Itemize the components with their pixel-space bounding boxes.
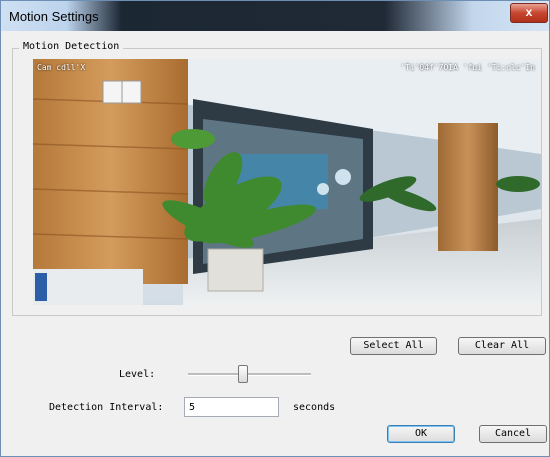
seconds-unit-label: seconds [293, 402, 336, 413]
window-title: Motion Settings [9, 9, 99, 24]
level-slider-track[interactable] [188, 373, 311, 376]
motion-detection-label: Motion Detection [19, 41, 124, 52]
title-bar[interactable]: Motion Settings x [1, 1, 549, 31]
select-all-button[interactable]: Select All [350, 337, 437, 355]
detection-interval-label: Detection Interval: [49, 402, 164, 413]
osd-camera-name: Cam cdll'X [37, 63, 86, 72]
clear-all-button[interactable]: Clear All [458, 337, 546, 355]
camera-scene [33, 59, 541, 305]
osd-timestamp: 'Ti'04f'7OIA 'fui 'Ti:clc'In [400, 63, 535, 72]
ok-button[interactable]: OK [387, 425, 455, 443]
level-label: Level: [119, 369, 156, 380]
detection-interval-input[interactable] [184, 397, 279, 417]
level-slider-thumb[interactable] [238, 365, 248, 383]
cancel-button[interactable]: Cancel [479, 425, 547, 443]
camera-preview[interactable]: Cam cdll'X 'Ti'04f'7OIA 'fui 'Ti:clc'In [33, 59, 541, 305]
close-button[interactable]: x [510, 3, 548, 23]
